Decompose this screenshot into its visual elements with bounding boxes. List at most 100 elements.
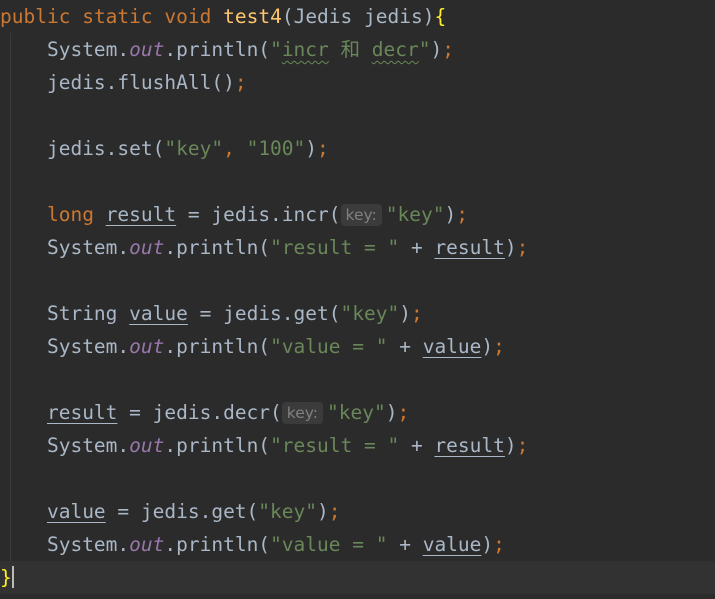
string-word-decr: decr	[371, 38, 419, 61]
close-paren: )	[385, 401, 398, 424]
semicolon: ;	[493, 533, 505, 556]
semicolon: ;	[317, 137, 329, 160]
variable-value: value	[422, 335, 482, 358]
string-literal: "result = "	[270, 434, 400, 457]
set-call: jedis.set(	[46, 137, 165, 160]
open-paren: (	[281, 5, 294, 28]
variable-value: value	[46, 500, 106, 523]
close-paren: )	[317, 500, 329, 523]
plus-operator: +	[399, 434, 435, 457]
string-middle: 和	[328, 38, 372, 61]
out-field: out	[129, 38, 165, 61]
code-line-11[interactable]: System.out.println("value = " + value);	[0, 330, 715, 363]
get-call: = jedis.get(	[187, 302, 341, 325]
string-literal: "value = "	[270, 335, 388, 358]
string-quote-close: "	[418, 38, 431, 61]
code-line-15[interactable]	[0, 462, 715, 495]
semicolon: ;	[397, 401, 410, 424]
get-call: = jedis.get(	[105, 500, 259, 523]
string-word-incr: incr	[281, 38, 329, 61]
string-value: "100"	[246, 137, 306, 160]
string-key: "key"	[385, 203, 445, 226]
system-ref: System.	[46, 533, 130, 556]
param-name: jedis	[364, 5, 423, 28]
string-literal: "value = "	[270, 533, 388, 556]
keyword-static: static	[82, 5, 153, 28]
plus-operator: +	[399, 236, 435, 259]
parameter-hint: key:	[281, 402, 324, 424]
code-line-6[interactable]	[0, 165, 715, 198]
variable-result: result	[434, 434, 505, 457]
code-line-18[interactable]: }	[0, 561, 715, 594]
semicolon: ;	[516, 434, 529, 457]
incr-call: = jedis.incr(	[176, 203, 341, 226]
semicolon: ;	[442, 38, 454, 61]
semicolon: ;	[516, 236, 529, 259]
close-paren: )	[481, 335, 494, 358]
text-caret	[11, 566, 14, 588]
out-field: out	[129, 236, 165, 259]
code-line-16[interactable]: value = jedis.get("key");	[0, 495, 715, 528]
system-ref: System.	[46, 38, 130, 61]
println-call: .println(	[164, 335, 271, 358]
semicolon: ;	[328, 500, 341, 523]
semicolon: ;	[410, 302, 423, 325]
println-call: .println(	[164, 236, 271, 259]
parameter-hint: key:	[340, 204, 382, 226]
type-string: String	[46, 302, 118, 325]
string-key: "key"	[327, 401, 386, 424]
string-literal: "result = "	[270, 236, 400, 259]
code-line-4[interactable]	[0, 99, 715, 132]
string-key: "key"	[340, 302, 400, 325]
code-line-10[interactable]: String value = jedis.get("key");	[0, 297, 715, 330]
code-line-1[interactable]: public static void test4(Jedis jedis){	[0, 0, 715, 33]
println-call: .println(	[164, 38, 271, 61]
string-key: "key"	[164, 137, 224, 160]
param-type: Jedis	[293, 5, 353, 28]
code-line-13[interactable]: result = jedis.decr(key: "key");	[0, 396, 715, 429]
code-line-2[interactable]: System.out.println("incr 和 decr");	[0, 33, 715, 66]
string-key: "key"	[258, 500, 317, 523]
decr-call: = jedis.decr(	[117, 401, 282, 424]
close-paren: )	[422, 5, 435, 28]
semicolon: ;	[456, 203, 468, 226]
code-line-9[interactable]	[0, 264, 715, 297]
close-brace: }	[0, 566, 12, 589]
close-paren: )	[430, 38, 443, 61]
code-line-12[interactable]	[0, 363, 715, 396]
semicolon: ;	[234, 71, 247, 94]
variable-result: result	[105, 203, 177, 226]
close-paren: )	[481, 533, 494, 556]
flushall-call: jedis.flushAll()	[46, 71, 235, 94]
keyword-public: public	[0, 5, 71, 28]
variable-result: result	[46, 401, 118, 424]
close-paren: )	[444, 203, 457, 226]
variable-value: value	[422, 533, 482, 556]
out-field: out	[129, 434, 165, 457]
comma: ,	[223, 137, 235, 160]
close-paren: )	[399, 302, 411, 325]
open-brace: {	[434, 5, 447, 28]
keyword-void: void	[164, 5, 212, 28]
code-line-5[interactable]: jedis.set("key", "100");	[0, 132, 715, 165]
close-paren: )	[305, 137, 318, 160]
string-quote-open: "	[270, 38, 282, 61]
println-call: .println(	[164, 434, 271, 457]
code-line-14[interactable]: System.out.println("result = " + result)…	[0, 429, 715, 462]
system-ref: System.	[46, 434, 130, 457]
code-editor[interactable]: public static void test4(Jedis jedis){ S…	[0, 0, 715, 599]
out-field: out	[129, 533, 165, 556]
variable-result: result	[434, 236, 505, 259]
variable-value: value	[129, 302, 188, 325]
code-line-8[interactable]: System.out.println("result = " + result)…	[0, 231, 715, 264]
close-paren: )	[504, 236, 517, 259]
plus-operator: +	[387, 335, 423, 358]
semicolon: ;	[493, 335, 505, 358]
code-line-3[interactable]: jedis.flushAll();	[0, 66, 715, 99]
code-line-7[interactable]: long result = jedis.incr(key: "key");	[0, 198, 715, 231]
system-ref: System.	[46, 335, 130, 358]
out-field: out	[129, 335, 165, 358]
println-call: .println(	[164, 533, 271, 556]
type-long: long	[46, 203, 94, 226]
code-line-17[interactable]: System.out.println("value = " + value);	[0, 528, 715, 561]
